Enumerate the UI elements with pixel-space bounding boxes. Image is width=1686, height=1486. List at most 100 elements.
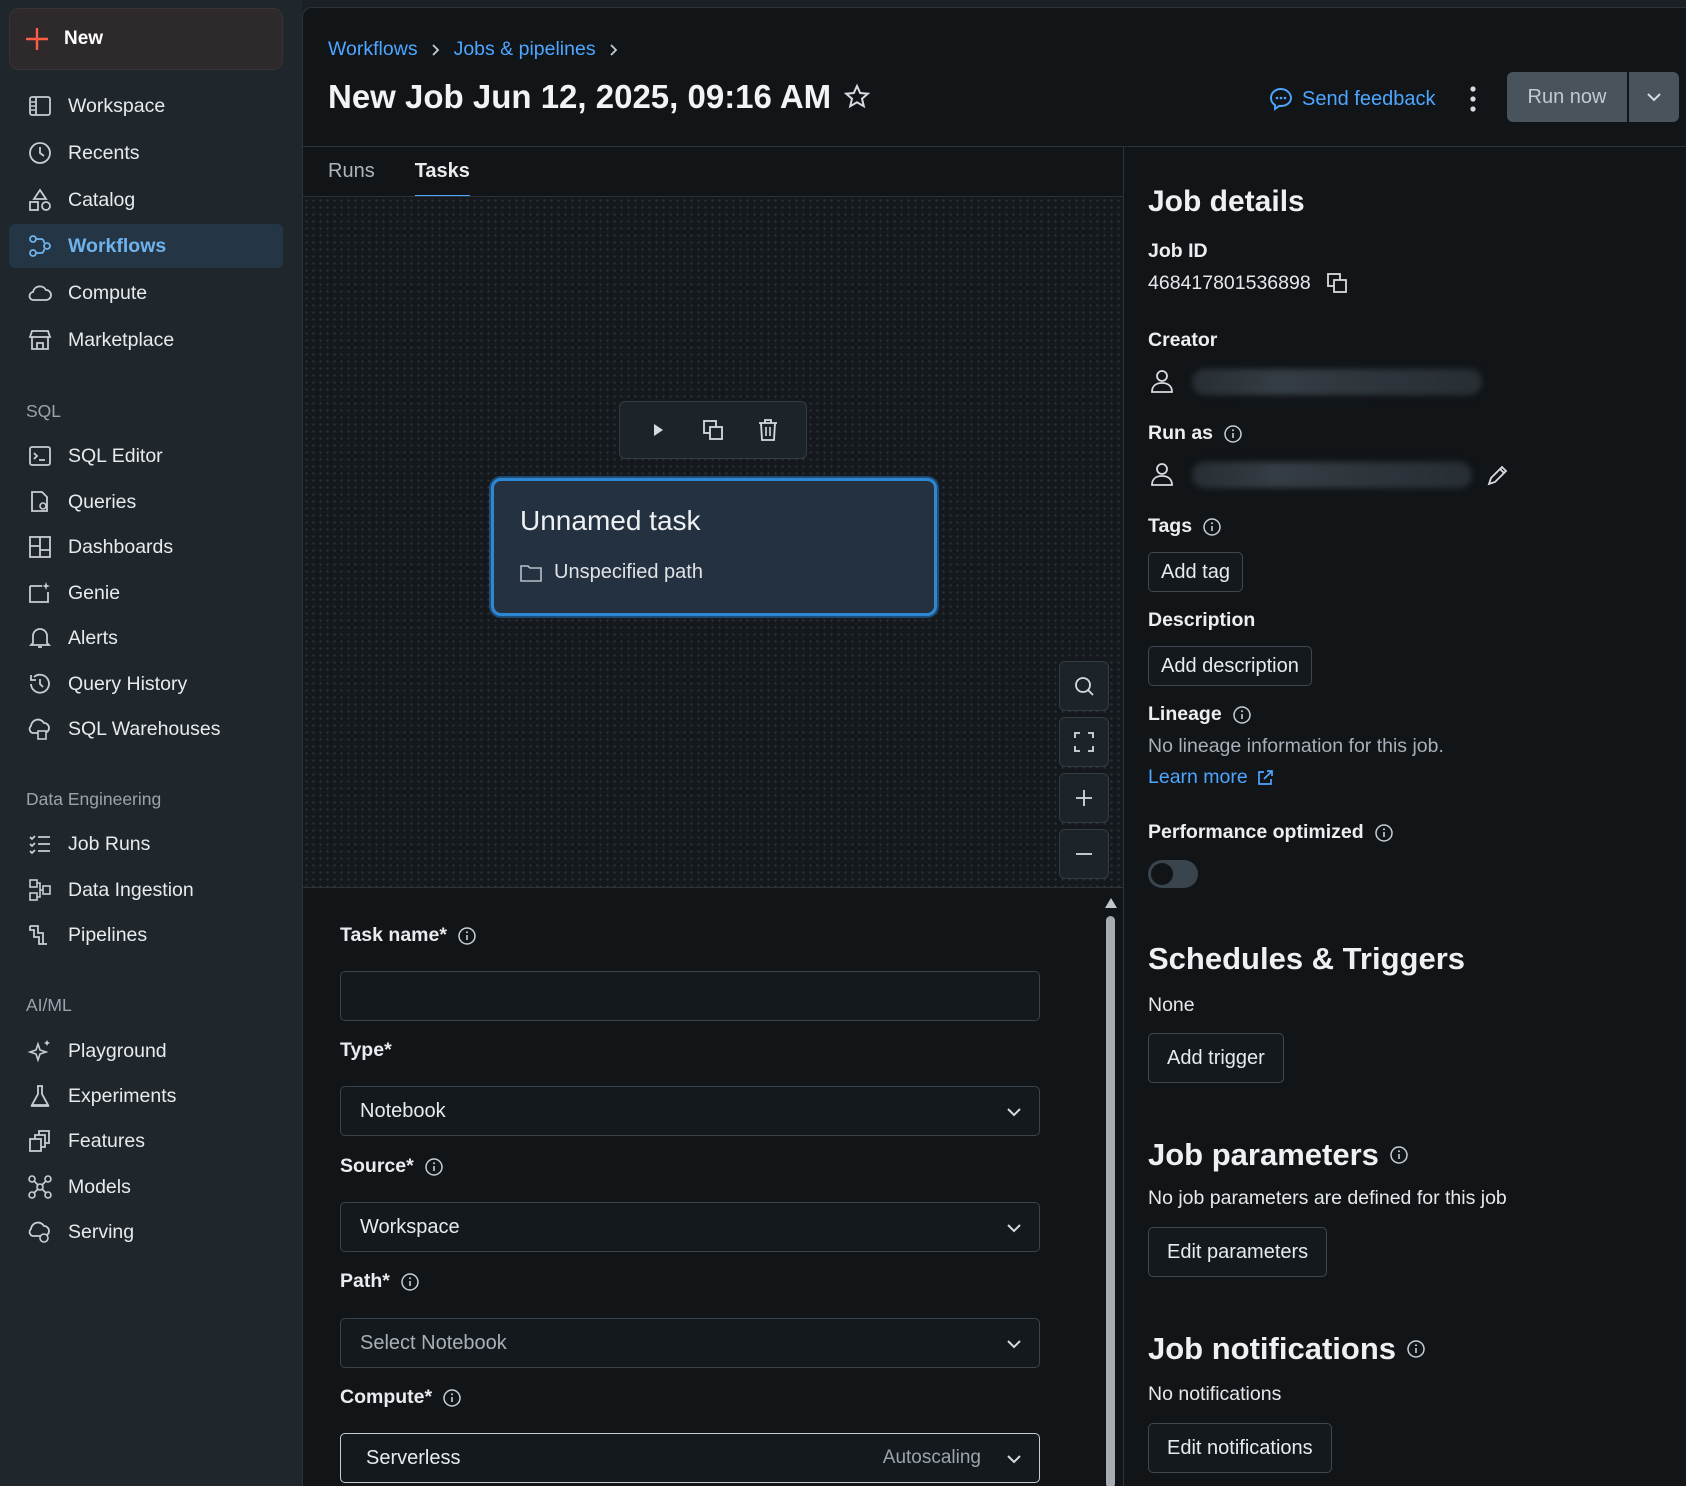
tab-tasks[interactable]: Tasks [414, 160, 470, 199]
add-tag-button[interactable]: Add tag [1148, 552, 1243, 592]
breadcrumb-workflows[interactable]: Workflows [328, 38, 418, 61]
info-icon[interactable] [1389, 1145, 1409, 1165]
sidebar-item-experiments[interactable]: Experiments [9, 1074, 283, 1118]
sidebar-item-features[interactable]: Features [9, 1119, 283, 1163]
sidebar-item-sql-editor[interactable]: SQL Editor [9, 434, 283, 478]
type-select[interactable]: Notebook [340, 1086, 1040, 1136]
new-button[interactable]: New [9, 8, 283, 70]
send-feedback-link[interactable]: Send feedback [1268, 86, 1435, 112]
minus-icon [1076, 853, 1092, 855]
sidebar: New Workspace Recents Catalog Workflows … [0, 0, 302, 1486]
path-label-row: Path* [340, 1270, 420, 1293]
chevron-down-icon [1007, 1340, 1021, 1349]
sidebar-item-label: SQL Warehouses [68, 717, 221, 740]
sparkle-icon [27, 1040, 50, 1063]
info-icon[interactable] [1374, 823, 1394, 843]
info-icon[interactable] [1232, 705, 1252, 725]
source-label-row: Source* [340, 1155, 444, 1178]
creator-redacted [1192, 369, 1482, 395]
cloud-icon [28, 285, 52, 301]
sidebar-item-alerts[interactable]: Alerts [9, 616, 283, 660]
copy-icon[interactable] [700, 417, 726, 443]
run-now-button[interactable]: Run now [1507, 72, 1627, 122]
lineage-text: No lineage information for this job. [1148, 735, 1444, 757]
chat-bubble-icon [1270, 88, 1292, 111]
pencil-icon[interactable] [1485, 462, 1511, 488]
sidebar-item-models[interactable]: Models [9, 1165, 283, 1209]
tab-runs[interactable]: Runs [328, 160, 375, 199]
sidebar-item-sql-warehouses[interactable]: SQL Warehouses [9, 707, 283, 751]
sidebar-item-dashboards[interactable]: Dashboards [9, 525, 283, 569]
path-select[interactable]: Select Notebook [340, 1318, 1040, 1368]
sidebar-item-serving[interactable]: Serving [9, 1210, 283, 1254]
history-icon [30, 673, 50, 694]
task-graph-canvas[interactable]: Unnamed task Unspecified path [303, 197, 1123, 887]
flask-icon [30, 1085, 50, 1107]
job-parameters-heading: Job parameters [1148, 1137, 1379, 1172]
send-feedback-label: Send feedback [1302, 87, 1436, 110]
sidebar-item-query-history[interactable]: Query History [9, 662, 283, 706]
sidebar-item-label: Job Runs [68, 832, 151, 855]
sidebar-item-genie[interactable]: Genie [9, 571, 283, 615]
sidebar-item-compute[interactable]: Compute [9, 271, 283, 315]
sidebar-item-label: Workflows [68, 234, 167, 257]
scrollbar-thumb[interactable] [1106, 916, 1115, 1486]
compute-label: Compute* [340, 1386, 433, 1408]
search-nodes-button[interactable] [1059, 661, 1109, 711]
info-icon[interactable] [1202, 517, 1222, 537]
sidebar-item-recents[interactable]: Recents [9, 131, 283, 175]
task-name-input[interactable] [340, 971, 1040, 1021]
sidebar-item-workflows[interactable]: Workflows [9, 224, 283, 268]
task-node[interactable]: Unnamed task Unspecified path [491, 478, 937, 616]
sidebar-item-pipelines[interactable]: Pipelines [9, 913, 283, 957]
sidebar-item-data-ingestion[interactable]: Data Ingestion [9, 868, 283, 912]
compute-label-row: Compute* [340, 1386, 462, 1409]
info-icon[interactable] [1406, 1339, 1426, 1359]
schedules-heading: Schedules & Triggers [1148, 941, 1465, 976]
info-icon[interactable] [442, 1388, 462, 1408]
learn-more-link[interactable]: Learn more [1148, 766, 1274, 789]
sidebar-item-label: Data Ingestion [68, 878, 194, 901]
sidebar-item-catalog[interactable]: Catalog [9, 178, 283, 222]
sidebar-item-playground[interactable]: Playground [9, 1029, 283, 1073]
info-icon[interactable] [457, 926, 477, 946]
play-icon[interactable] [645, 417, 671, 443]
sidebar-item-workspace[interactable]: Workspace [9, 84, 283, 128]
job-id-label: Job ID [1148, 240, 1208, 262]
new-button-label: New [64, 28, 104, 49]
creator-label: Creator [1148, 329, 1218, 351]
chevron-down-icon [1007, 1455, 1021, 1464]
job-notifications-heading: Job notifications [1148, 1331, 1396, 1366]
star-icon[interactable] [843, 83, 871, 111]
sidebar-item-queries[interactable]: Queries [9, 480, 283, 524]
page-title[interactable]: New Job Jun 12, 2025, 09:16 AM [328, 78, 831, 116]
job-parameters-heading-row: Job parameters [1148, 1137, 1409, 1173]
sidebar-item-job-runs[interactable]: Job Runs [9, 822, 283, 866]
plus-icon [26, 28, 48, 50]
trash-icon[interactable] [755, 417, 781, 443]
add-trigger-button[interactable]: Add trigger [1148, 1033, 1284, 1083]
source-select[interactable]: Workspace [340, 1202, 1040, 1252]
edit-parameters-button[interactable]: Edit parameters [1148, 1227, 1328, 1277]
performance-toggle[interactable] [1148, 860, 1198, 888]
edit-notifications-button[interactable]: Edit notifications [1148, 1423, 1332, 1473]
compute-select[interactable]: Serverless Autoscaling [340, 1433, 1040, 1483]
add-description-button[interactable]: Add description [1148, 646, 1312, 686]
sidebar-item-marketplace[interactable]: Marketplace [9, 318, 283, 362]
type-label-row: Type* [340, 1039, 392, 1062]
scrollbar-up-arrow[interactable] [1105, 898, 1117, 908]
kebab-menu-icon[interactable] [1460, 84, 1486, 114]
chevron-right-icon [609, 43, 617, 56]
zoom-out-button[interactable] [1059, 829, 1109, 879]
sidebar-item-label: Features [68, 1129, 145, 1152]
task-name-label: Task name* [340, 924, 447, 946]
info-icon[interactable] [400, 1272, 420, 1292]
info-icon[interactable] [1223, 424, 1243, 444]
fit-view-button[interactable] [1059, 717, 1109, 767]
copy-icon[interactable] [1325, 271, 1349, 295]
info-icon[interactable] [424, 1157, 444, 1177]
run-options-button[interactable] [1629, 72, 1679, 122]
performance-label-row: Performance optimized [1148, 821, 1394, 844]
zoom-in-button[interactable] [1059, 773, 1109, 823]
breadcrumb-jobs-pipelines[interactable]: Jobs & pipelines [454, 38, 596, 61]
